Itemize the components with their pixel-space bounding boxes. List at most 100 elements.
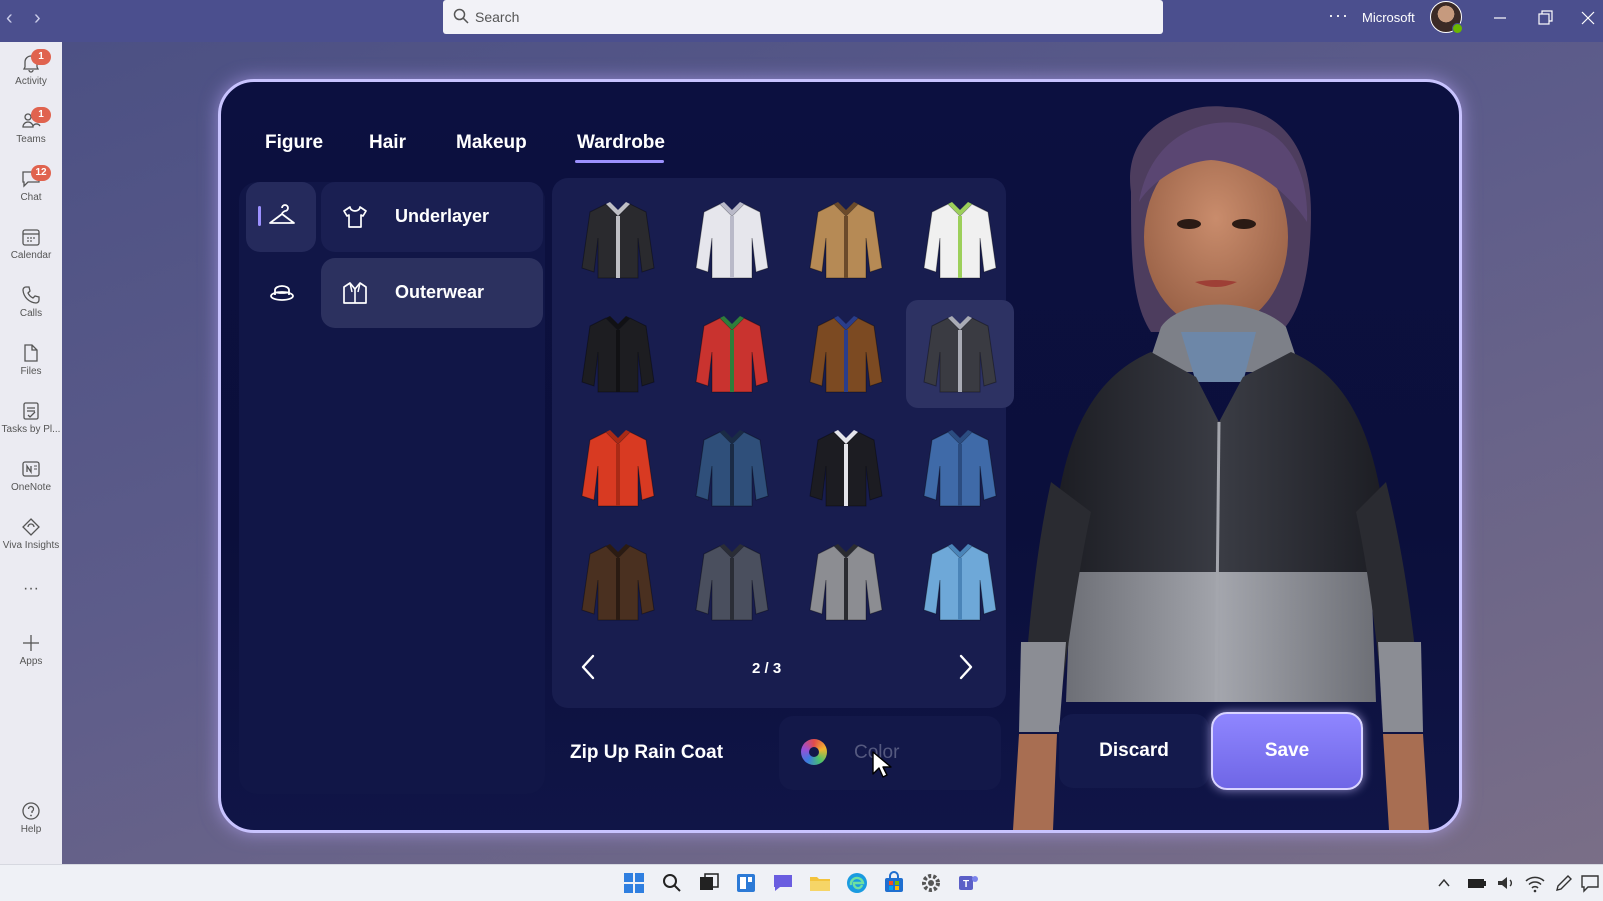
store-icon[interactable] — [882, 871, 906, 895]
garment-option[interactable] — [792, 186, 900, 294]
show-hidden-icons-chevron-icon[interactable] — [1436, 871, 1452, 895]
garment-option[interactable] — [564, 300, 672, 408]
edge-browser-icon[interactable] — [845, 871, 869, 895]
garment-option[interactable] — [678, 300, 786, 408]
rail-label: Chat — [20, 192, 42, 203]
jacket-thumbnail-icon — [809, 544, 883, 621]
chevron-right-icon[interactable] — [950, 652, 980, 682]
garment-option[interactable] — [906, 300, 1014, 408]
pen-icon[interactable] — [1552, 871, 1576, 895]
profile-avatar[interactable] — [1430, 1, 1463, 34]
more-apps-icon: ··· — [23, 580, 39, 597]
windows-start-icon[interactable] — [622, 871, 646, 895]
save-button[interactable]: Save — [1211, 712, 1363, 790]
garment-option[interactable] — [678, 528, 786, 636]
rail-label: Calendar — [10, 250, 52, 261]
subcategory-outerwear[interactable]: Outerwear — [321, 258, 543, 328]
rail-item-files[interactable]: Files — [0, 336, 62, 392]
garment-option[interactable] — [678, 186, 786, 294]
more-options-icon[interactable]: ··· — [1328, 5, 1349, 26]
rail-item-viva-insights[interactable]: Viva Insights — [0, 510, 62, 566]
file-explorer-icon[interactable] — [808, 871, 832, 895]
volume-icon[interactable] — [1494, 871, 1518, 895]
rail-label: OneNote — [10, 482, 52, 493]
wifi-icon[interactable] — [1523, 871, 1547, 895]
rail-item-tasks[interactable]: Tasks by Pl... — [0, 394, 62, 450]
rail-label: Teams — [16, 134, 46, 145]
garment-option[interactable] — [906, 414, 1014, 522]
tasks-icon — [23, 402, 39, 420]
jacket-thumbnail-icon — [923, 316, 997, 393]
hat-icon — [270, 285, 294, 301]
file-icon — [24, 344, 38, 362]
close-icon[interactable] — [1578, 8, 1598, 28]
notifications-icon[interactable] — [1580, 871, 1600, 895]
rail-item-teams[interactable]: Teams 1 — [0, 104, 62, 160]
rail-label: Tasks by Pl... — [1, 424, 61, 435]
teams-chat-icon[interactable] — [771, 871, 795, 895]
onenote-icon — [22, 461, 40, 477]
rail-item-activity[interactable]: Activity 1 — [0, 46, 62, 102]
help-icon — [22, 802, 40, 820]
taskbar-search-icon[interactable] — [660, 871, 684, 895]
garment-option[interactable] — [906, 186, 1014, 294]
accessories-category-button[interactable] — [246, 258, 316, 328]
back-arrow-icon[interactable]: ‹ — [6, 7, 13, 30]
presence-status-icon — [1452, 23, 1463, 34]
notification-badge: 12 — [31, 165, 51, 181]
jacket-thumbnail-icon — [695, 202, 769, 279]
garment-option[interactable] — [792, 528, 900, 636]
garment-option[interactable] — [906, 528, 1014, 636]
garment-option[interactable] — [564, 186, 672, 294]
restore-icon[interactable] — [1535, 8, 1555, 28]
subcategory-underlayer[interactable]: Underlayer — [321, 182, 543, 252]
rail-label: Apps — [19, 656, 43, 667]
tab-figure[interactable]: Figure — [265, 132, 323, 154]
category-column: Underlayer Outerwear — [239, 182, 545, 794]
title-bar: ‹ › Search ··· Microsoft — [0, 0, 1603, 42]
garment-grid: 2 / 3 — [552, 178, 1014, 708]
rail-label: Calls — [19, 308, 43, 319]
rail-item-more[interactable]: ··· — [0, 572, 62, 608]
chevron-left-icon[interactable] — [574, 652, 604, 682]
widgets-icon[interactable] — [734, 871, 758, 895]
task-view-icon[interactable] — [697, 871, 721, 895]
svg-text:T: T — [963, 879, 969, 890]
tab-hair[interactable]: Hair — [369, 132, 406, 154]
garment-option[interactable] — [564, 528, 672, 636]
page-indicator: 2 / 3 — [752, 660, 782, 677]
windows-taskbar: T — [0, 864, 1603, 901]
rail-item-calendar[interactable]: Calendar — [0, 220, 62, 276]
rail-item-calls[interactable]: Calls — [0, 278, 62, 334]
org-name[interactable]: Microsoft — [1362, 10, 1415, 25]
color-wheel-icon — [801, 739, 827, 765]
search-input[interactable]: Search — [443, 0, 1163, 34]
tab-wardrobe[interactable]: Wardrobe — [577, 132, 665, 154]
tshirt-icon — [343, 206, 367, 228]
avatar-editor-panel: Figure Hair Makeup Wardrobe Underlayer O… — [218, 79, 1462, 833]
jacket-thumbnail-icon — [581, 202, 655, 279]
teams-app-icon[interactable]: T — [956, 871, 980, 895]
jacket-thumbnail-icon — [695, 316, 769, 393]
settings-gear-icon[interactable] — [919, 871, 943, 895]
tab-makeup[interactable]: Makeup — [456, 132, 527, 154]
garment-option[interactable] — [792, 414, 900, 522]
rail-item-chat[interactable]: Chat 12 — [0, 162, 62, 218]
battery-icon[interactable] — [1465, 871, 1489, 895]
calendar-icon — [22, 229, 40, 246]
discard-button-label: Discard — [1099, 740, 1169, 761]
jacket-thumbnail-icon — [809, 430, 883, 507]
garment-option[interactable] — [678, 414, 786, 522]
rail-item-apps[interactable]: Apps — [0, 626, 62, 682]
minimize-icon[interactable] — [1490, 8, 1510, 28]
rail-item-help[interactable]: Help — [0, 794, 62, 850]
garment-option[interactable] — [564, 414, 672, 522]
clothing-category-button[interactable] — [246, 182, 316, 252]
garment-option[interactable] — [792, 300, 900, 408]
mouse-cursor-icon — [872, 751, 892, 778]
hanger-icon — [269, 204, 295, 224]
forward-arrow-icon[interactable]: › — [34, 7, 41, 30]
phone-icon — [22, 286, 40, 304]
rail-item-onenote[interactable]: OneNote — [0, 452, 62, 508]
discard-button[interactable]: Discard — [1059, 714, 1209, 788]
